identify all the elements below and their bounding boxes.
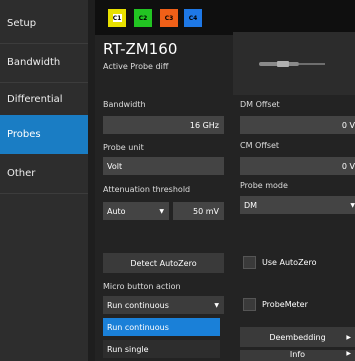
use-autozero-label: Use AutoZero <box>262 258 317 267</box>
cm-offset-value: 0 V <box>341 161 355 171</box>
dropdown-option-run-continuous[interactable]: Run continuous <box>103 318 220 336</box>
chevron-down-icon: ▼ <box>214 301 219 309</box>
tab-channel-2[interactable]: C2 <box>134 9 152 27</box>
probe-unit-field[interactable]: Volt <box>103 157 224 175</box>
probe-mode-value: DM <box>244 200 258 210</box>
tab-channel-3[interactable]: C3 <box>160 9 178 27</box>
dm-offset-value: 0 V <box>341 120 355 130</box>
probe-name: RT-ZM160 <box>103 40 178 58</box>
probe-subtitle: Active Probe diff <box>103 62 169 71</box>
sidebar-item-differential[interactable]: Differential <box>0 80 88 119</box>
cm-offset-field[interactable]: 0 V <box>240 157 355 175</box>
attenuation-mode-select[interactable]: Auto ▼ <box>103 202 169 220</box>
bandwidth-value: 16 GHz <box>189 120 219 130</box>
sidebar-item-label: Other <box>7 168 36 179</box>
channel-tabs: C1 C2 C3 C4 <box>95 0 355 35</box>
micro-button-selected: Run continuous <box>107 300 169 310</box>
sidebar-item-label: Differential <box>7 94 63 105</box>
chevron-right-icon: ▶ <box>346 350 351 357</box>
dm-offset-label: DM Offset <box>240 100 280 109</box>
channel-label: C4 <box>187 13 199 23</box>
chevron-down-icon: ▼ <box>350 201 355 209</box>
bandwidth-label: Bandwidth <box>103 100 146 109</box>
dropdown-option-label: Run single <box>107 344 149 354</box>
probe-unit-value: Volt <box>107 161 123 171</box>
probemeter-label: ProbeMeter <box>262 300 308 309</box>
bandwidth-field: 16 GHz <box>103 116 224 134</box>
dm-offset-field[interactable]: 0 V <box>240 116 355 134</box>
sidebar-item-label: Setup <box>7 18 37 29</box>
micro-button-action-select[interactable]: Run continuous ▼ <box>103 296 224 314</box>
attenuation-threshold-label: Attenuation threshold <box>103 185 191 194</box>
probe-mode-label: Probe mode <box>240 181 288 190</box>
info-button[interactable]: Info ▶ <box>240 350 355 361</box>
probe-unit-label: Probe unit <box>103 143 144 152</box>
sidebar-item-probes[interactable]: Probes <box>0 115 88 154</box>
sidebar-item-label: Probes <box>7 129 41 140</box>
probemeter-checkbox[interactable] <box>243 298 256 311</box>
dropdown-option-run-single[interactable]: Run single <box>103 340 220 358</box>
probe-image <box>233 32 355 95</box>
chevron-right-icon: ▶ <box>346 333 351 341</box>
micro-button-action-label: Micro button action <box>103 282 181 291</box>
tab-channel-4[interactable]: C4 <box>184 9 202 27</box>
attenuation-threshold-value: 50 mV <box>193 206 219 216</box>
attenuation-threshold-field[interactable]: 50 mV <box>173 202 224 220</box>
sidebar-item-label: Bandwidth <box>7 57 61 68</box>
sidebar-item-bandwidth[interactable]: Bandwidth <box>0 43 88 82</box>
channel-label: C2 <box>137 13 149 23</box>
info-label: Info <box>289 350 306 359</box>
sidebar-item-other[interactable]: Other <box>0 154 88 193</box>
chevron-down-icon: ▼ <box>159 207 164 215</box>
tab-channel-1[interactable]: C1 <box>108 9 126 27</box>
sidebar: Setup Bandwidth Differential Probes Othe… <box>0 0 88 361</box>
probe-mode-select[interactable]: DM ▼ <box>240 196 355 214</box>
detect-autozero-label: Detect AutoZero <box>130 258 197 268</box>
dropdown-option-label: Run continuous <box>107 322 169 332</box>
use-autozero-checkbox[interactable] <box>243 256 256 269</box>
channel-label: C1 <box>111 13 123 23</box>
cm-offset-label: CM Offset <box>240 141 280 150</box>
sidebar-item-setup[interactable]: Setup <box>0 4 88 43</box>
attenuation-mode-value: Auto <box>107 206 126 216</box>
deembedding-button[interactable]: Deembedding ▶ <box>240 327 355 347</box>
channel-label: C3 <box>163 13 175 23</box>
sidebar-divider <box>0 193 88 194</box>
probe-icon <box>259 61 325 67</box>
deembedding-label: Deembedding <box>269 332 326 342</box>
detect-autozero-button[interactable]: Detect AutoZero <box>103 253 224 273</box>
